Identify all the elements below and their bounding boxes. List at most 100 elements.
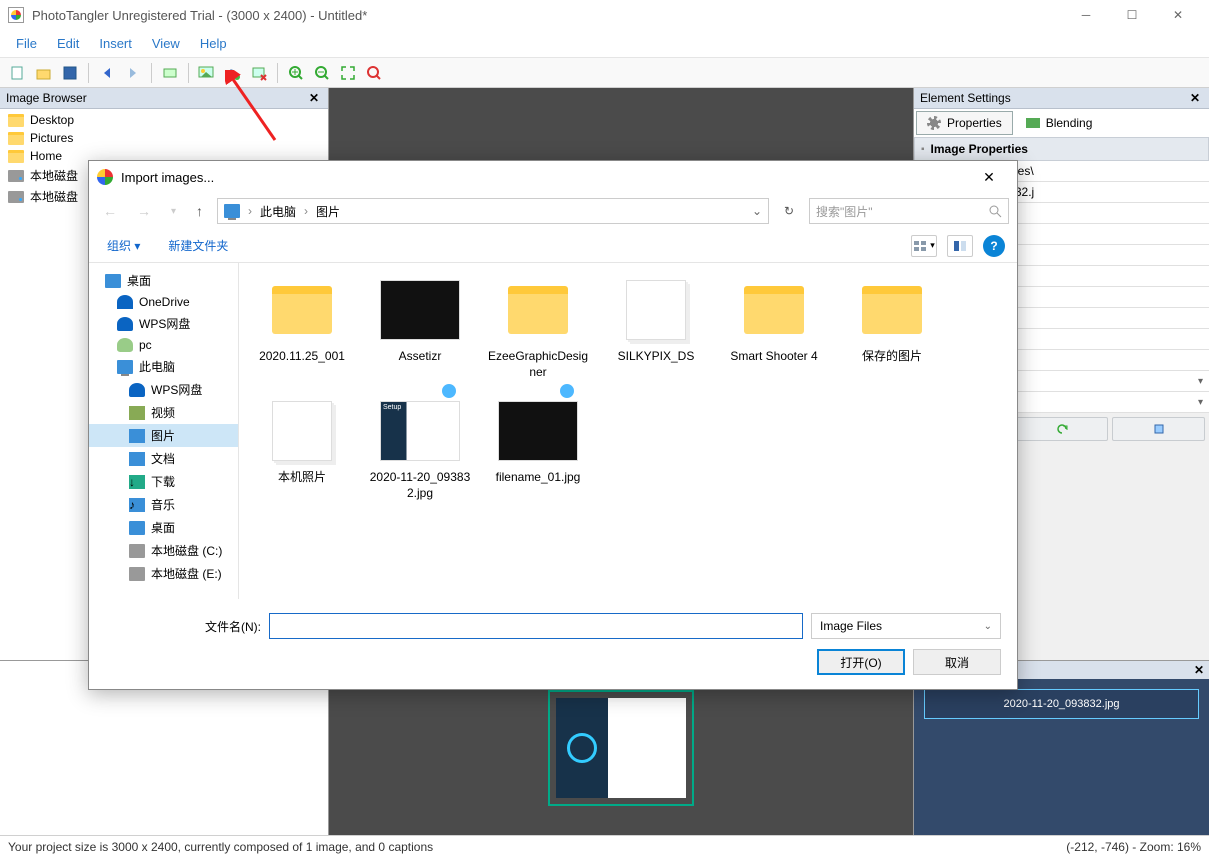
- chevron-down-icon[interactable]: ⌄: [752, 204, 762, 218]
- video-icon: [129, 406, 145, 420]
- tree-pictures[interactable]: 图片: [89, 424, 238, 447]
- prop-btn-3[interactable]: [1112, 417, 1205, 441]
- tb-export[interactable]: [158, 61, 182, 85]
- tree-music[interactable]: ♪音乐: [89, 493, 238, 516]
- tree-item-desktop[interactable]: Desktop: [0, 111, 328, 129]
- dialog-toolbar: 组织 ▾ 新建文件夹 ▾ ?: [89, 229, 1017, 263]
- tree-drive-e[interactable]: 本地磁盘 (E:): [89, 562, 238, 585]
- pc-icon: [224, 204, 240, 218]
- close-icon[interactable]: ✕: [1191, 663, 1207, 677]
- image-properties-section[interactable]: Image Properties: [914, 137, 1209, 161]
- cancel-button[interactable]: 取消: [913, 649, 1001, 675]
- pictures-icon: [129, 429, 145, 443]
- menu-file[interactable]: File: [6, 32, 47, 55]
- tb-new[interactable]: [6, 61, 30, 85]
- dialog-close-button[interactable]: ✕: [969, 161, 1009, 193]
- drive-icon: [8, 170, 24, 182]
- nav-recent[interactable]: ▾: [165, 202, 182, 221]
- tb-import-image[interactable]: [195, 61, 219, 85]
- tb-delete[interactable]: [247, 61, 271, 85]
- desktop-icon: [129, 521, 145, 535]
- help-button[interactable]: ?: [983, 235, 1005, 257]
- nav-back[interactable]: ←: [97, 199, 123, 223]
- tree-item-pictures[interactable]: Pictures: [0, 129, 328, 147]
- file-type-filter[interactable]: Image Files⌄: [811, 613, 1001, 639]
- tb-back[interactable]: [95, 61, 119, 85]
- dialog-title: Import images...: [121, 170, 969, 185]
- folder-icon: [8, 114, 24, 127]
- chevron-down-icon: ⌄: [984, 621, 992, 632]
- tb-zoom-in[interactable]: [284, 61, 308, 85]
- svg-text:A: A: [227, 67, 236, 81]
- desktop-icon: [105, 274, 121, 288]
- tree-desktop[interactable]: 桌面: [89, 269, 238, 292]
- tb-text[interactable]: A: [221, 61, 245, 85]
- user-icon: [117, 338, 133, 352]
- open-button[interactable]: 打开(O): [817, 649, 905, 675]
- tree-downloads[interactable]: ↓下载: [89, 470, 238, 493]
- canvas-thumbnail[interactable]: [548, 690, 694, 806]
- prop-btn-2[interactable]: [1015, 417, 1108, 441]
- menu-view[interactable]: View: [142, 32, 190, 55]
- folder-icon: [8, 132, 24, 145]
- tab-properties[interactable]: Properties: [916, 111, 1013, 135]
- close-icon[interactable]: ✕: [306, 90, 322, 106]
- onedrive-icon: [117, 295, 133, 309]
- file-folder[interactable]: 2020.11.25_001: [247, 271, 357, 384]
- preview-pane-button[interactable]: [947, 235, 973, 257]
- new-folder-button[interactable]: 新建文件夹: [162, 233, 234, 258]
- tb-forward[interactable]: [121, 61, 145, 85]
- organize-menu[interactable]: 组织 ▾: [101, 233, 146, 258]
- file-image[interactable]: 2020-11-20_093832.jpg: [365, 392, 475, 505]
- maximize-button[interactable]: ☐: [1109, 0, 1155, 30]
- tree-onedrive[interactable]: OneDrive: [89, 292, 238, 312]
- window-title: PhotoTangler Unregistered Trial - (3000 …: [32, 8, 1063, 23]
- dialog-footer: 文件名(N): Image Files⌄ 打开(O) 取消: [89, 599, 1017, 689]
- close-icon[interactable]: ✕: [1187, 90, 1203, 106]
- menu-edit[interactable]: Edit: [47, 32, 89, 55]
- nav-forward[interactable]: →: [131, 199, 157, 223]
- dialog-tree: 桌面 OneDrive WPS网盘 pc 此电脑 WPS网盘 视频 图片 文档 …: [89, 263, 239, 599]
- tree-desktop2[interactable]: 桌面: [89, 516, 238, 539]
- file-folder[interactable]: Assetizr: [365, 271, 475, 384]
- filename-input[interactable]: [269, 613, 803, 639]
- file-image[interactable]: filename_01.jpg: [483, 392, 593, 505]
- pc-icon: [117, 360, 133, 374]
- file-folder[interactable]: 保存的图片: [837, 271, 947, 384]
- tree-drive-c[interactable]: 本地磁盘 (C:): [89, 539, 238, 562]
- tb-zoom-out[interactable]: [310, 61, 334, 85]
- address-bar[interactable]: 此电脑 图片 ⌄: [217, 198, 769, 224]
- tab-blending[interactable]: Blending: [1015, 111, 1104, 135]
- tb-save[interactable]: [58, 61, 82, 85]
- statusbar: Your project size is 3000 x 2400, curren…: [0, 835, 1209, 857]
- tb-open[interactable]: [32, 61, 56, 85]
- gear-icon: [927, 116, 941, 130]
- view-mode-button[interactable]: ▾: [911, 235, 937, 257]
- file-folder[interactable]: Smart Shooter 4: [719, 271, 829, 384]
- tb-zoom-reset[interactable]: [362, 61, 386, 85]
- layer-thumbnail[interactable]: 2020-11-20_093832.jpg: [924, 689, 1199, 719]
- app-icon: [8, 7, 24, 23]
- refresh-button[interactable]: ↻: [777, 199, 801, 223]
- file-grid: 2020.11.25_001 Assetizr EzeeGraphicDesig…: [239, 263, 1017, 599]
- minimize-button[interactable]: ─: [1063, 0, 1109, 30]
- tree-wps2[interactable]: WPS网盘: [89, 378, 238, 401]
- tree-user[interactable]: pc: [89, 335, 238, 355]
- file-folder[interactable]: EzeeGraphicDesigner: [483, 271, 593, 384]
- close-button[interactable]: ✕: [1155, 0, 1201, 30]
- file-folder[interactable]: 本机照片: [247, 392, 357, 505]
- file-folder[interactable]: SILKYPIX_DS: [601, 271, 711, 384]
- status-right: (-212, -746) - Zoom: 16%: [1066, 840, 1201, 854]
- tree-this-pc[interactable]: 此电脑: [89, 355, 238, 378]
- tb-fit[interactable]: [336, 61, 360, 85]
- menu-insert[interactable]: Insert: [89, 32, 142, 55]
- tree-docs[interactable]: 文档: [89, 447, 238, 470]
- tree-video[interactable]: 视频: [89, 401, 238, 424]
- import-dialog: Import images... ✕ ← → ▾ ↑ 此电脑 图片 ⌄ ↻ 搜索…: [88, 160, 1018, 690]
- wps-icon: [129, 383, 145, 397]
- menu-help[interactable]: Help: [190, 32, 237, 55]
- tree-wps[interactable]: WPS网盘: [89, 312, 238, 335]
- search-input[interactable]: 搜索"图片": [809, 198, 1009, 224]
- nav-up[interactable]: ↑: [190, 199, 209, 223]
- drive-icon: [129, 544, 145, 558]
